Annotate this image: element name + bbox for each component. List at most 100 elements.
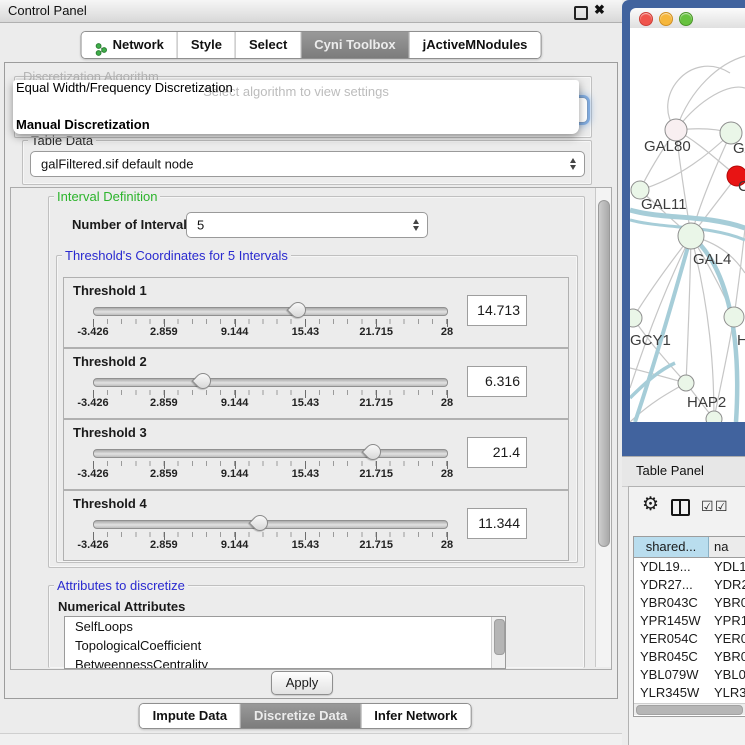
table-data-combobox[interactable]: galFiltered.sif default node (30, 151, 585, 177)
attribute-item-selfloops[interactable]: SelfLoops (65, 617, 505, 636)
slider-track[interactable] (93, 307, 448, 316)
network-node[interactable] (630, 309, 642, 327)
slider-knob[interactable] (286, 299, 309, 322)
list-scrollbar[interactable] (491, 617, 505, 668)
table-row[interactable]: YDL19...YDL1 (634, 558, 745, 576)
network-node-label: GCY1 (630, 332, 671, 349)
threshold-box-1: Threshold 1-3.4262.8599.14415.4321.71528… (63, 277, 569, 348)
threshold-value-field[interactable]: 11.344 (467, 508, 527, 539)
apply-button[interactable]: Apply (271, 671, 333, 695)
table-row[interactable]: YLR345WYLR3 (634, 684, 745, 702)
table-row[interactable]: YDR27...YDR2 (634, 576, 745, 594)
table-row[interactable]: YBL079WYBL0 (634, 666, 745, 684)
threshold-box-2: Threshold 2-3.4262.8599.14415.4321.71528… (63, 348, 569, 419)
thresholds-group-label: Threshold's Coordinates for 5 Intervals (62, 248, 291, 263)
table-cell-name: YBL0 (709, 666, 745, 684)
table-cell-shared-name: YDR27... (634, 576, 709, 594)
table-cell-shared-name: YDL19... (634, 558, 709, 576)
control-panel-titlebar: Control Panel ✖ (0, 0, 622, 23)
number-of-intervals-value: 5 (197, 218, 204, 233)
scale-label: 2.859 (150, 397, 178, 409)
tab-discretize-data[interactable]: Discretize Data (240, 704, 360, 728)
tab-network[interactable]: Network (82, 32, 177, 58)
numerical-attributes-list[interactable]: SelfLoopsTopologicalCoefficientBetweenne… (64, 616, 506, 669)
attribute-item-topologicalcoefficient[interactable]: TopologicalCoefficient (65, 636, 505, 655)
tab-infer-network[interactable]: Infer Network (360, 704, 470, 728)
tab-style[interactable]: Style (177, 32, 235, 58)
tab-select[interactable]: Select (235, 32, 300, 58)
table-row[interactable]: YBR043CYBR0 (634, 594, 745, 612)
scale-label: 15.43 (292, 326, 320, 338)
slider-track[interactable] (93, 520, 448, 529)
tab-impute-data[interactable]: Impute Data (140, 704, 240, 728)
threshold-label: Threshold 2 (73, 354, 147, 369)
table-row[interactable]: YPR145WYPR1 (634, 612, 745, 630)
slider-knob[interactable] (192, 370, 215, 393)
float-window-icon[interactable] (574, 6, 588, 20)
network-node[interactable] (706, 411, 722, 422)
checkbox-icon[interactable]: ☑ (701, 498, 714, 515)
attribute-item-betweennesscentrality[interactable]: BetweennessCentrality (65, 655, 505, 669)
combo-arrows-icon[interactable] (413, 219, 420, 231)
popup-option-equal-width-frequency-discretization[interactable]: Equal Width/Frequency Discretization (16, 80, 233, 95)
table-cell-name: YDR2 (709, 576, 745, 594)
threshold-value-field[interactable]: 6.316 (467, 366, 527, 397)
scale-label: 28 (441, 539, 453, 551)
slider-knob[interactable] (249, 512, 272, 535)
horizontal-scrollbar[interactable] (634, 703, 745, 715)
network-node-label: GAL80 (644, 138, 691, 155)
column-header-shared-name[interactable]: shared... (634, 537, 709, 558)
threshold-value-field[interactable]: 21.4 (467, 437, 527, 468)
scrollbar-thumb[interactable] (598, 200, 610, 547)
network-node-label: GAL4 (693, 251, 731, 268)
network-node[interactable] (678, 223, 704, 249)
threshold-label: Threshold 3 (73, 425, 147, 440)
scale-label: -3.426 (77, 539, 108, 551)
tab-cyni-toolbox[interactable]: Cyni Toolbox (300, 32, 408, 58)
scale-label: -3.426 (77, 397, 108, 409)
scale-label: 28 (441, 468, 453, 480)
slider-scale: -3.4262.8599.14415.4321.71528 (93, 326, 447, 340)
network-node-label: C (738, 178, 745, 195)
list-scrollbar-thumb[interactable] (494, 619, 505, 655)
slider-track[interactable] (93, 449, 448, 458)
gear-icon[interactable]: ⚙ (642, 495, 659, 514)
popup-option-manual-discretization[interactable]: Manual Discretization (16, 117, 150, 132)
network-node[interactable] (678, 375, 694, 391)
mac-zoom-button[interactable] (679, 12, 693, 26)
slider-track[interactable] (93, 378, 448, 387)
vertical-scrollbar[interactable] (595, 188, 611, 667)
threshold-value-field[interactable]: 14.713 (467, 295, 527, 326)
network-node-label: GAL11 (641, 196, 687, 213)
combo-arrows-icon[interactable] (570, 158, 577, 170)
number-of-intervals-combobox[interactable]: 5 (186, 212, 428, 238)
split-panel-icon[interactable] (671, 499, 690, 516)
network-node[interactable] (724, 307, 744, 327)
bottom-strip (0, 733, 622, 745)
scale-label: 2.859 (150, 468, 178, 480)
numerical-attributes-label: Numerical Attributes (58, 599, 185, 614)
horizontal-scrollbar-thumb[interactable] (636, 705, 743, 715)
attributes-group-label: Attributes to discretize (54, 578, 188, 593)
checkbox-icon[interactable]: ☑ (715, 498, 728, 515)
slider-knob[interactable] (362, 441, 385, 464)
node-table: shared... na YDL19...YDL1YDR27...YDR2YBR… (633, 536, 745, 717)
mac-minimize-button[interactable] (659, 12, 673, 26)
table-row[interactable]: YER054CYER0 (634, 630, 745, 648)
tab-jactivemnodules[interactable]: jActiveMNodules (409, 32, 541, 58)
mac-close-button[interactable] (639, 12, 653, 26)
network-canvas[interactable]: GAL80GACGAL11GAL4GCY1HHAP2 (630, 28, 745, 422)
column-header-name[interactable]: na (709, 537, 745, 558)
table-cell-name: YDL1 (709, 558, 745, 576)
network-icon (95, 39, 108, 52)
network-window-titlebar[interactable] (630, 8, 745, 29)
scale-label: 15.43 (292, 468, 320, 480)
screen: Control Panel ✖ NetworkStyleSelectCyni T… (0, 0, 745, 745)
close-icon[interactable]: ✖ (594, 2, 605, 18)
table-row[interactable]: YBR045CYBR0 (634, 648, 745, 666)
table-cell-shared-name: YBL079W (634, 666, 709, 684)
scale-label: 15.43 (292, 397, 320, 409)
slider-scale: -3.4262.8599.14415.4321.71528 (93, 539, 447, 553)
network-graph (630, 28, 745, 422)
scale-label: 9.144 (221, 468, 249, 480)
